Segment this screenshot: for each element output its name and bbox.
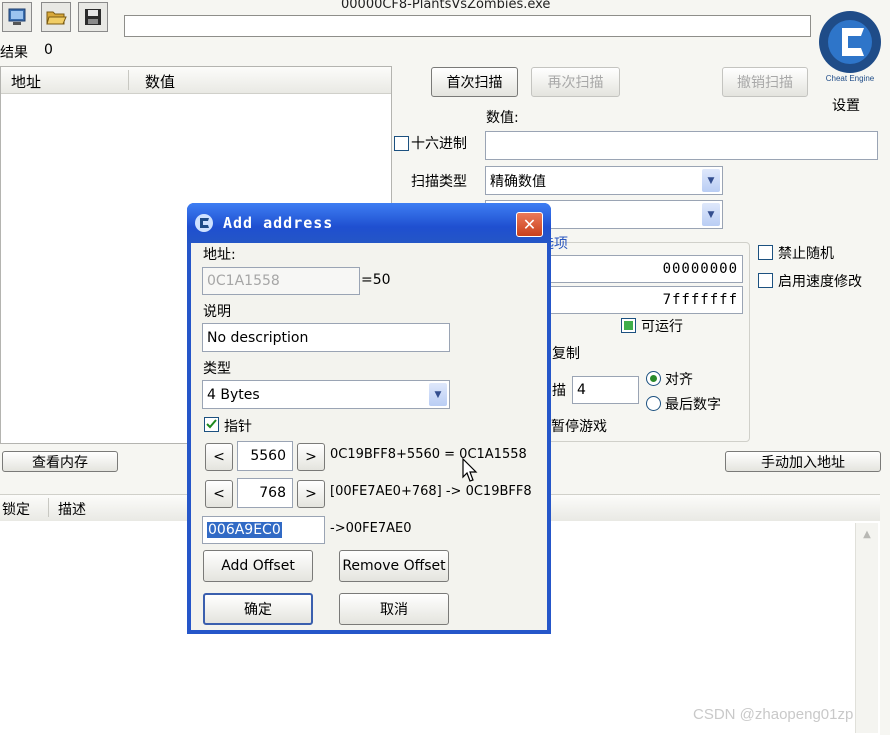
offset1-input[interactable]: 5560 — [237, 441, 293, 471]
undo-scan-button[interactable]: 撤销扫描 — [722, 67, 808, 97]
fast-scan-label: 描 — [552, 383, 566, 399]
dialog-title: Add address — [223, 214, 334, 232]
scan-type-value: 精确数值 — [490, 173, 546, 190]
last-digits-label: 最后数字 — [665, 397, 721, 413]
offset2-decrement-button[interactable]: < — [205, 480, 233, 508]
checkbox-indeterminate-mark — [624, 321, 633, 330]
type-label: 类型 — [203, 361, 231, 377]
offset2-increment-button[interactable]: > — [297, 480, 325, 508]
checkmark-icon — [206, 419, 217, 429]
address-label: 地址: — [203, 247, 236, 263]
folder-open-icon — [46, 11, 67, 25]
close-button[interactable]: ✕ — [516, 212, 543, 237]
scan-progress-bar — [124, 15, 811, 37]
add-address-dialog: Add address ✕ 地址: 0C1A1558 =50 说明 No des… — [187, 203, 551, 634]
offset1-decrement-button[interactable]: < — [205, 443, 233, 471]
results-count: 0 — [44, 42, 53, 58]
copy-label: 复制 — [552, 346, 580, 362]
remove-offset-button[interactable]: Remove Offset — [339, 550, 449, 582]
col-desc-header[interactable]: 描述 — [58, 499, 86, 519]
base-address-input[interactable]: 006A9EC0 — [202, 516, 325, 544]
description-label: 说明 — [203, 304, 231, 320]
cheat-engine-small-icon — [195, 214, 213, 232]
address-result: =50 — [361, 272, 391, 288]
description-input[interactable]: No description — [202, 323, 450, 352]
offset1-increment-button[interactable]: > — [297, 443, 325, 471]
executable-label: 可运行 — [641, 319, 683, 335]
pause-game-label: 暂停游戏 — [551, 419, 607, 435]
chevron-down-icon: ▼ — [702, 203, 720, 226]
results-label: 结果 — [0, 45, 28, 61]
address-input[interactable]: 0C1A1558 — [202, 267, 360, 295]
align-radio[interactable] — [646, 371, 661, 386]
logo-brand-text: Cheat Engine — [826, 74, 875, 83]
pointer-checkbox[interactable] — [204, 417, 219, 432]
cheat-engine-logo-icon: Cheat Engine — [819, 11, 881, 83]
found-list-header: 地址 数值 — [1, 67, 391, 94]
value-label: 数值: — [486, 110, 519, 126]
disable-random-label: 禁止随机 — [778, 246, 834, 262]
column-divider — [48, 498, 49, 517]
chevron-down-icon: ▼ — [702, 169, 720, 192]
scan-type-label: 扫描类型 — [411, 174, 467, 190]
chevron-down-icon: ▼ — [429, 383, 447, 406]
mouse-cursor-icon — [462, 458, 478, 482]
add-address-manually-button[interactable]: 手动加入地址 — [725, 451, 881, 472]
fast-scan-alignment-input[interactable]: 4 — [572, 376, 639, 404]
close-x-icon: ✕ — [522, 215, 537, 234]
stop-address-input[interactable]: 7fffffff — [548, 286, 743, 314]
type-select[interactable]: 4 Bytes ▼ — [202, 380, 450, 409]
address-list-scrollbar[interactable]: ▲ — [855, 523, 878, 733]
column-divider — [128, 70, 129, 90]
window-title: 00000CF8-PlantsVsZombies.exe — [341, 0, 551, 12]
col-lock-header[interactable]: 锁定 — [2, 499, 30, 519]
enable-speedhack-checkbox[interactable] — [758, 273, 773, 288]
ok-button[interactable]: 确定 — [203, 593, 313, 625]
radio-selected-dot — [650, 375, 657, 382]
computer-icon — [8, 8, 26, 25]
dialog-body: 地址: 0C1A1558 =50 说明 No description 类型 4 … — [191, 243, 547, 630]
align-label: 对齐 — [665, 372, 693, 388]
executable-checkbox[interactable] — [621, 318, 636, 333]
offset2-expression: [00FE7AE0+768] -> 0C19BFF8 — [330, 484, 532, 499]
type-value: 4 Bytes — [207, 386, 260, 403]
floppy-icon — [85, 9, 101, 25]
scroll-up-icon[interactable]: ▲ — [859, 527, 875, 543]
open-file-button[interactable] — [41, 2, 71, 32]
add-offset-button[interactable]: Add Offset — [203, 550, 313, 582]
scan-type-select[interactable]: 精确数值 ▼ — [485, 166, 723, 195]
col-address-header[interactable]: 地址 — [11, 71, 41, 92]
cheat-engine-logo[interactable]: Cheat Engine — [812, 2, 886, 96]
col-value-header[interactable]: 数值 — [145, 71, 175, 92]
hex-label: 十六进制 — [411, 136, 467, 152]
enable-speedhack-label: 启用速度修改 — [778, 274, 862, 290]
dialog-title-bar[interactable]: Add address ✕ — [187, 203, 551, 243]
pointer-label: 指针 — [224, 419, 252, 435]
watermark: CSDN @zhaopeng01zp — [693, 706, 854, 723]
base-address-result: ->00FE7AE0 — [330, 521, 412, 536]
offset2-input[interactable]: 768 — [237, 478, 293, 508]
open-process-button[interactable] — [2, 2, 32, 32]
base-address-selected-text: 006A9EC0 — [207, 522, 282, 538]
hex-checkbox[interactable] — [394, 136, 409, 151]
first-scan-button[interactable]: 首次扫描 — [431, 67, 518, 97]
next-scan-button[interactable]: 再次扫描 — [531, 67, 620, 97]
start-address-input[interactable]: 00000000 — [548, 255, 743, 283]
last-digits-radio[interactable] — [646, 396, 661, 411]
memory-view-button[interactable]: 查看内存 — [2, 451, 118, 472]
cancel-button[interactable]: 取消 — [339, 593, 449, 625]
scan-value-input[interactable] — [485, 131, 878, 160]
save-button[interactable] — [78, 2, 108, 32]
disable-random-checkbox[interactable] — [758, 245, 773, 260]
offset1-expression: 0C19BFF8+5560 = 0C1A1558 — [330, 447, 527, 462]
settings-label: 设置 — [832, 98, 860, 114]
